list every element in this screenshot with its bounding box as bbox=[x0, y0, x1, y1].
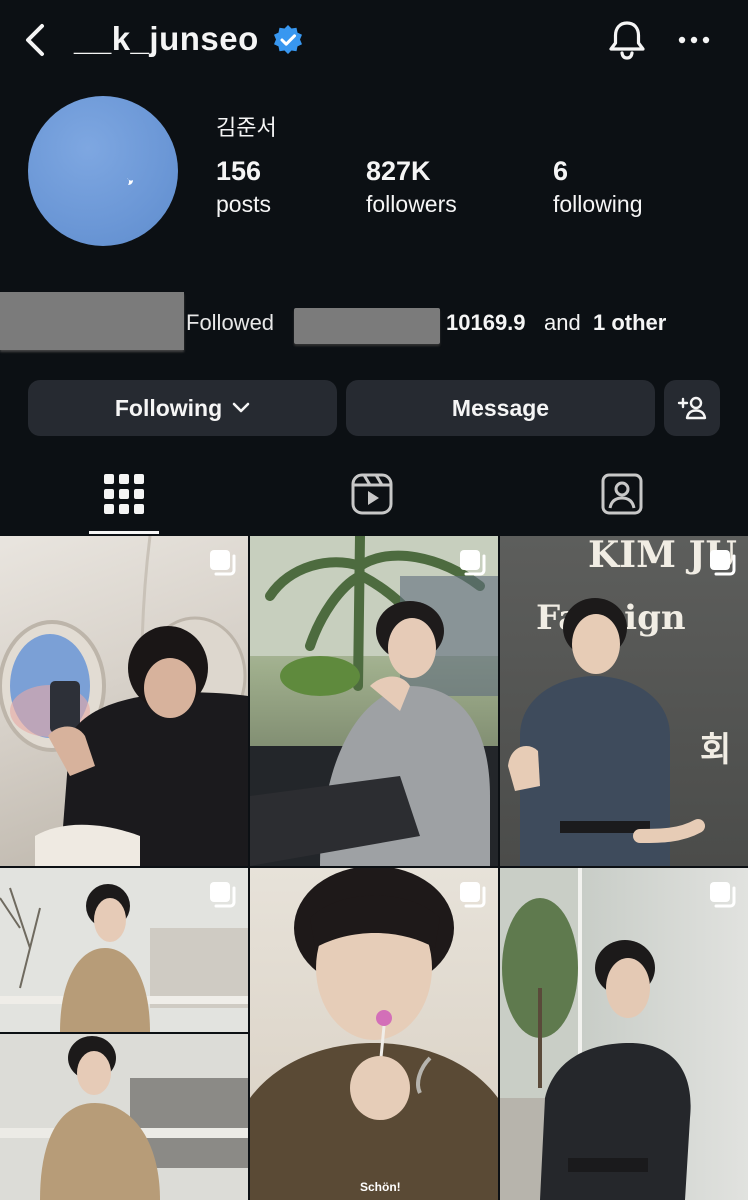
post-thumbnail[interactable]: Schön! bbox=[250, 868, 498, 1200]
post-thumbnail[interactable] bbox=[0, 868, 248, 1200]
top-bar: __k_junseo bbox=[0, 0, 748, 80]
multi-post-icon bbox=[710, 550, 736, 576]
grid-icon[interactable] bbox=[102, 472, 146, 516]
followers-count: 827K bbox=[366, 156, 431, 186]
post-thumbnail[interactable]: KIM JU Fansign 회 bbox=[500, 536, 748, 866]
following-count: 6 bbox=[553, 156, 569, 186]
posts-stat[interactable]: 156 posts bbox=[216, 156, 271, 218]
mutual-follower-name: 10169.9 bbox=[446, 310, 526, 335]
multi-post-icon bbox=[210, 882, 236, 908]
post-image-closeup bbox=[250, 868, 498, 1200]
chevron-down-icon bbox=[232, 402, 250, 413]
reels-icon[interactable] bbox=[350, 472, 394, 516]
following-label: following bbox=[553, 191, 643, 217]
posts-count: 156 bbox=[216, 156, 262, 186]
followed-by-label: Followed bbox=[186, 310, 275, 335]
add-user-icon bbox=[677, 396, 707, 420]
post-brand-watermark: Schön! bbox=[360, 1180, 401, 1194]
post-image-grey-suit bbox=[250, 536, 498, 866]
profile-tabs bbox=[0, 460, 748, 536]
verified-badge-icon bbox=[274, 25, 302, 54]
bell-icon[interactable] bbox=[606, 18, 648, 62]
moon-image-detail bbox=[127, 178, 133, 185]
multi-post-icon bbox=[460, 550, 486, 576]
active-tab-indicator bbox=[89, 531, 159, 534]
redaction-block bbox=[294, 308, 440, 344]
multi-post-icon bbox=[460, 882, 486, 908]
post-image-denim-shirt bbox=[508, 598, 705, 866]
post-thumbnail[interactable] bbox=[500, 868, 748, 1200]
following-stat[interactable]: 6 following bbox=[553, 156, 643, 218]
multi-post-icon bbox=[210, 550, 236, 576]
tagged-icon[interactable] bbox=[600, 472, 644, 516]
mutual-and-text: and bbox=[544, 310, 581, 335]
followers-label: followers bbox=[366, 191, 457, 217]
profile-avatar[interactable] bbox=[28, 96, 178, 246]
posts-label: posts bbox=[216, 191, 271, 217]
profile-username: __k_junseo bbox=[74, 20, 259, 57]
chevron-left-icon[interactable] bbox=[18, 22, 54, 58]
post-thumbnail[interactable] bbox=[0, 536, 248, 866]
multi-post-icon bbox=[710, 882, 736, 908]
mutual-followers[interactable]: Followed 10169.9 and 1 other bbox=[0, 290, 748, 354]
more-horizontal-icon[interactable] bbox=[674, 26, 714, 54]
redaction-block bbox=[0, 292, 184, 350]
suggest-users-button[interactable] bbox=[664, 380, 720, 436]
post-image-leather-jacket bbox=[500, 868, 691, 1200]
post-image-airplane bbox=[0, 536, 248, 866]
message-button[interactable]: Message bbox=[346, 380, 655, 436]
post-thumbnail[interactable] bbox=[250, 536, 498, 866]
mutual-other-count: 1 other bbox=[593, 310, 667, 335]
message-button-label: Message bbox=[451, 394, 550, 421]
profile-real-name: 김준서 bbox=[216, 115, 277, 140]
following-button[interactable]: Following bbox=[28, 380, 337, 436]
following-button-label: Following bbox=[114, 394, 223, 421]
post-image-beige-coat bbox=[0, 868, 248, 1200]
posts-grid: KIM JU Fansign 회 bbox=[0, 536, 748, 1200]
followers-stat[interactable]: 827K followers bbox=[366, 156, 457, 218]
